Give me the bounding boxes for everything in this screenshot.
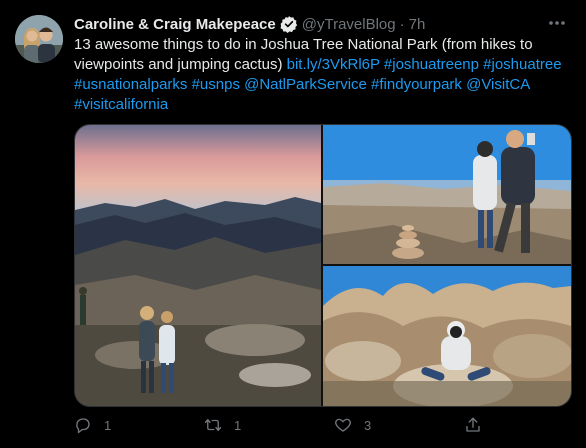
media-grid [74, 124, 572, 407]
timestamp[interactable]: 7h [409, 16, 426, 33]
retweet-button[interactable]: 1 [204, 416, 334, 434]
like-button[interactable]: 3 [334, 416, 464, 434]
media-photo-sunset[interactable] [75, 125, 321, 406]
share-button[interactable] [464, 416, 494, 434]
media-photo-boulders[interactable] [323, 266, 571, 406]
avatar-image [15, 15, 63, 63]
separator-dot: · [399, 15, 405, 33]
reply-count: 1 [104, 417, 112, 433]
avatar[interactable] [15, 15, 63, 63]
heart-icon [335, 418, 351, 432]
like-count: 3 [364, 417, 372, 433]
share-icon [466, 417, 480, 432]
tweet-header: Caroline & Craig Makepeace @yTravelBlog … [74, 14, 566, 34]
tweet-link[interactable]: bit.ly/3VkRl6P [287, 56, 380, 73]
retweet-icon [204, 419, 222, 431]
tweet[interactable]: Caroline & Craig Makepeace @yTravelBlog … [0, 0, 586, 448]
reply-icon [76, 418, 90, 434]
author-handle[interactable]: @yTravelBlog [302, 16, 396, 33]
reply-button[interactable]: 1 [74, 416, 204, 434]
media-photo-summit-selfie[interactable] [323, 125, 571, 264]
verified-badge-icon [280, 15, 298, 33]
more-dots-icon[interactable] [546, 12, 568, 34]
tweet-text: 13 awesome things to do in Joshua Tree N… [74, 35, 570, 115]
author-name[interactable]: Caroline & Craig Makepeace [74, 16, 276, 33]
retweet-count: 1 [234, 417, 242, 433]
tweet-actions: 1 1 3 [74, 414, 494, 436]
